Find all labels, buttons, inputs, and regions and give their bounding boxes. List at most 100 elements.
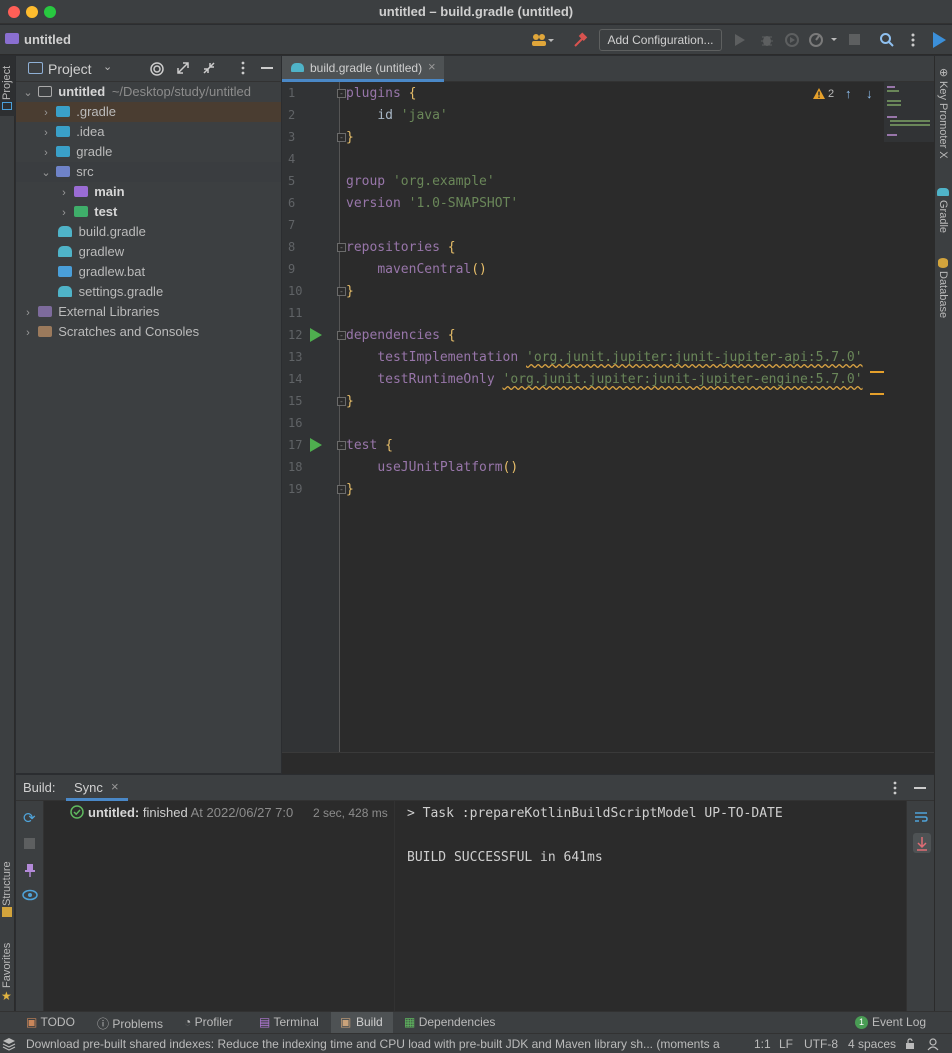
close-tab-icon[interactable]: × [111,779,119,794]
tree-item-gradle-cache[interactable]: › .gradle [16,102,281,122]
run-gutter-icon[interactable] [310,438,322,452]
sync-icon[interactable]: ⟳ [23,809,36,827]
previous-highlight-icon[interactable]: ↑ [845,86,852,101]
fold-marker-icon[interactable]: - [337,485,346,494]
project-folder-icon [5,33,19,44]
collapse-all-icon[interactable] [202,61,216,75]
build-duration: 2 sec, 428 ms [313,806,388,820]
line-separator[interactable]: LF [779,1037,793,1051]
pin-icon[interactable] [24,863,36,877]
database-tab[interactable]: Database [937,258,949,318]
root-name: untitled [58,84,106,99]
code-line-3: } [346,130,354,145]
code-with-me-icon[interactable] [932,31,948,49]
layers-icon[interactable] [2,1037,16,1051]
vcs-users-icon[interactable] [530,32,556,48]
fold-marker-icon[interactable]: - [337,287,346,296]
fold-marker-icon[interactable]: - [337,133,346,142]
warning-stripe-marker[interactable] [870,393,884,395]
build-console[interactable]: > Task :prepareKotlinBuildScriptModel UP… [396,801,906,1011]
build-hammer-icon[interactable] [572,32,588,48]
structure-tool-tab[interactable]: Structure [0,841,15,921]
tree-item-build-gradle[interactable]: build.gradle [16,222,281,242]
structure-tool-label: Structure [1,861,13,906]
lock-icon[interactable] [905,1038,917,1050]
tree-item-idea[interactable]: › .idea [16,122,281,142]
build-tool-button[interactable]: ▣ Build [331,1012,393,1034]
select-opened-file-icon[interactable] [149,61,165,77]
event-log-button[interactable]: Event Log [872,1015,926,1029]
tree-item-settings-gradle[interactable]: settings.gradle [16,282,281,302]
eye-icon[interactable] [22,889,38,901]
stop-icon[interactable] [849,34,860,45]
project-tool-tab[interactable]: Project [0,56,15,116]
more-options-icon[interactable] [910,32,916,48]
status-message[interactable]: Download pre-built shared indexes: Reduc… [26,1037,720,1051]
code-line-15: } [346,394,354,409]
fold-marker-icon[interactable]: - [337,397,346,406]
warning-stripe-marker[interactable] [870,371,884,373]
favorites-tool-tab[interactable]: Favorites ★ [0,931,15,1006]
minimap[interactable] [884,82,934,142]
tab-sync[interactable]: Sync × [66,775,128,801]
inspector-icon[interactable] [926,1037,940,1051]
code-line-12: dependencies { [346,328,456,343]
next-highlight-icon[interactable]: ↓ [866,86,873,101]
fold-marker-icon[interactable]: - [337,331,346,340]
run-icon[interactable] [734,33,746,47]
problems-tool-button[interactable]: ⓘ Problems [97,1015,163,1032]
stop-icon[interactable] [24,838,35,849]
indent-setting[interactable]: 4 spaces [848,1037,896,1051]
tree-item-external-libraries[interactable]: › External Libraries [16,302,281,322]
panel-options-icon[interactable] [240,61,246,75]
warning-count: 2 [828,88,835,100]
terminal-tool-button[interactable]: ▤ Terminal [259,1015,319,1029]
tab-build-gradle[interactable]: build.gradle (untitled) × [282,56,444,82]
fold-marker-icon[interactable]: - [337,243,346,252]
chevron-down-icon[interactable]: ⌄ [103,60,112,73]
line-number: 16 [288,416,303,430]
close-tab-icon[interactable]: × [428,59,436,74]
tree-item-gradlew-bat[interactable]: gradlew.bat [16,262,281,282]
tree-item-test[interactable]: › test [16,202,281,222]
run-gutter-icon[interactable] [310,328,322,342]
hide-panel-icon[interactable] [914,787,926,789]
add-configuration-button[interactable]: Add Configuration... [599,29,722,51]
tree-root[interactable]: ⌄ untitled ~/Desktop/study/untitled [16,82,281,102]
tree-item-gradlew[interactable]: gradlew [16,242,281,262]
build-tree-item[interactable]: untitled: finished At 2022/06/27 7:0 [88,805,293,820]
tree-item-gradle[interactable]: › gradle [16,142,281,162]
project-panel-header: Project ⌄ [16,56,281,82]
file-encoding[interactable]: UTF-8 [804,1037,838,1051]
profile-icon[interactable] [808,32,838,48]
run-with-coverage-icon[interactable] [784,32,800,48]
key-promoter-tab[interactable]: ⊕ Key Promoter X [937,66,949,159]
nav-project-name[interactable]: untitled [24,32,71,47]
chevron-right-icon: › [44,107,48,119]
caret-position[interactable]: 1:1 [754,1037,771,1051]
structure-icon [2,907,12,917]
tree-item-main[interactable]: › main [16,182,281,202]
database-icon [938,258,948,268]
gradle-tab[interactable]: Gradle [937,188,949,233]
warning-icon[interactable] [812,87,826,100]
expand-all-icon[interactable] [176,61,190,75]
fold-marker-icon[interactable]: - [337,441,346,450]
code-line-17: test { [346,438,393,453]
fold-marker-icon[interactable]: - [337,89,346,98]
scroll-to-end-icon[interactable] [913,833,931,853]
soft-wrap-icon[interactable] [914,811,928,823]
code-token: testImplementation [377,350,519,365]
profiler-tool-button[interactable]: ◔ Profiler [184,1015,233,1029]
project-view-selector[interactable]: Project [48,61,92,77]
left-tool-stripe: Project Structure Favorites ★ [0,56,15,1011]
tree-item-scratches[interactable]: › Scratches and Consoles [16,322,281,342]
hide-panel-icon[interactable] [261,67,273,69]
tree-item-src[interactable]: ⌄ src [16,162,281,182]
search-icon[interactable] [879,32,895,48]
dependencies-tool-button[interactable]: ▦ Dependencies [404,1015,495,1029]
panel-options-icon[interactable] [892,781,898,795]
todo-tool-button[interactable]: ▣ TODO [26,1015,75,1029]
debug-icon[interactable] [760,32,774,48]
project-view-icon [28,62,43,74]
